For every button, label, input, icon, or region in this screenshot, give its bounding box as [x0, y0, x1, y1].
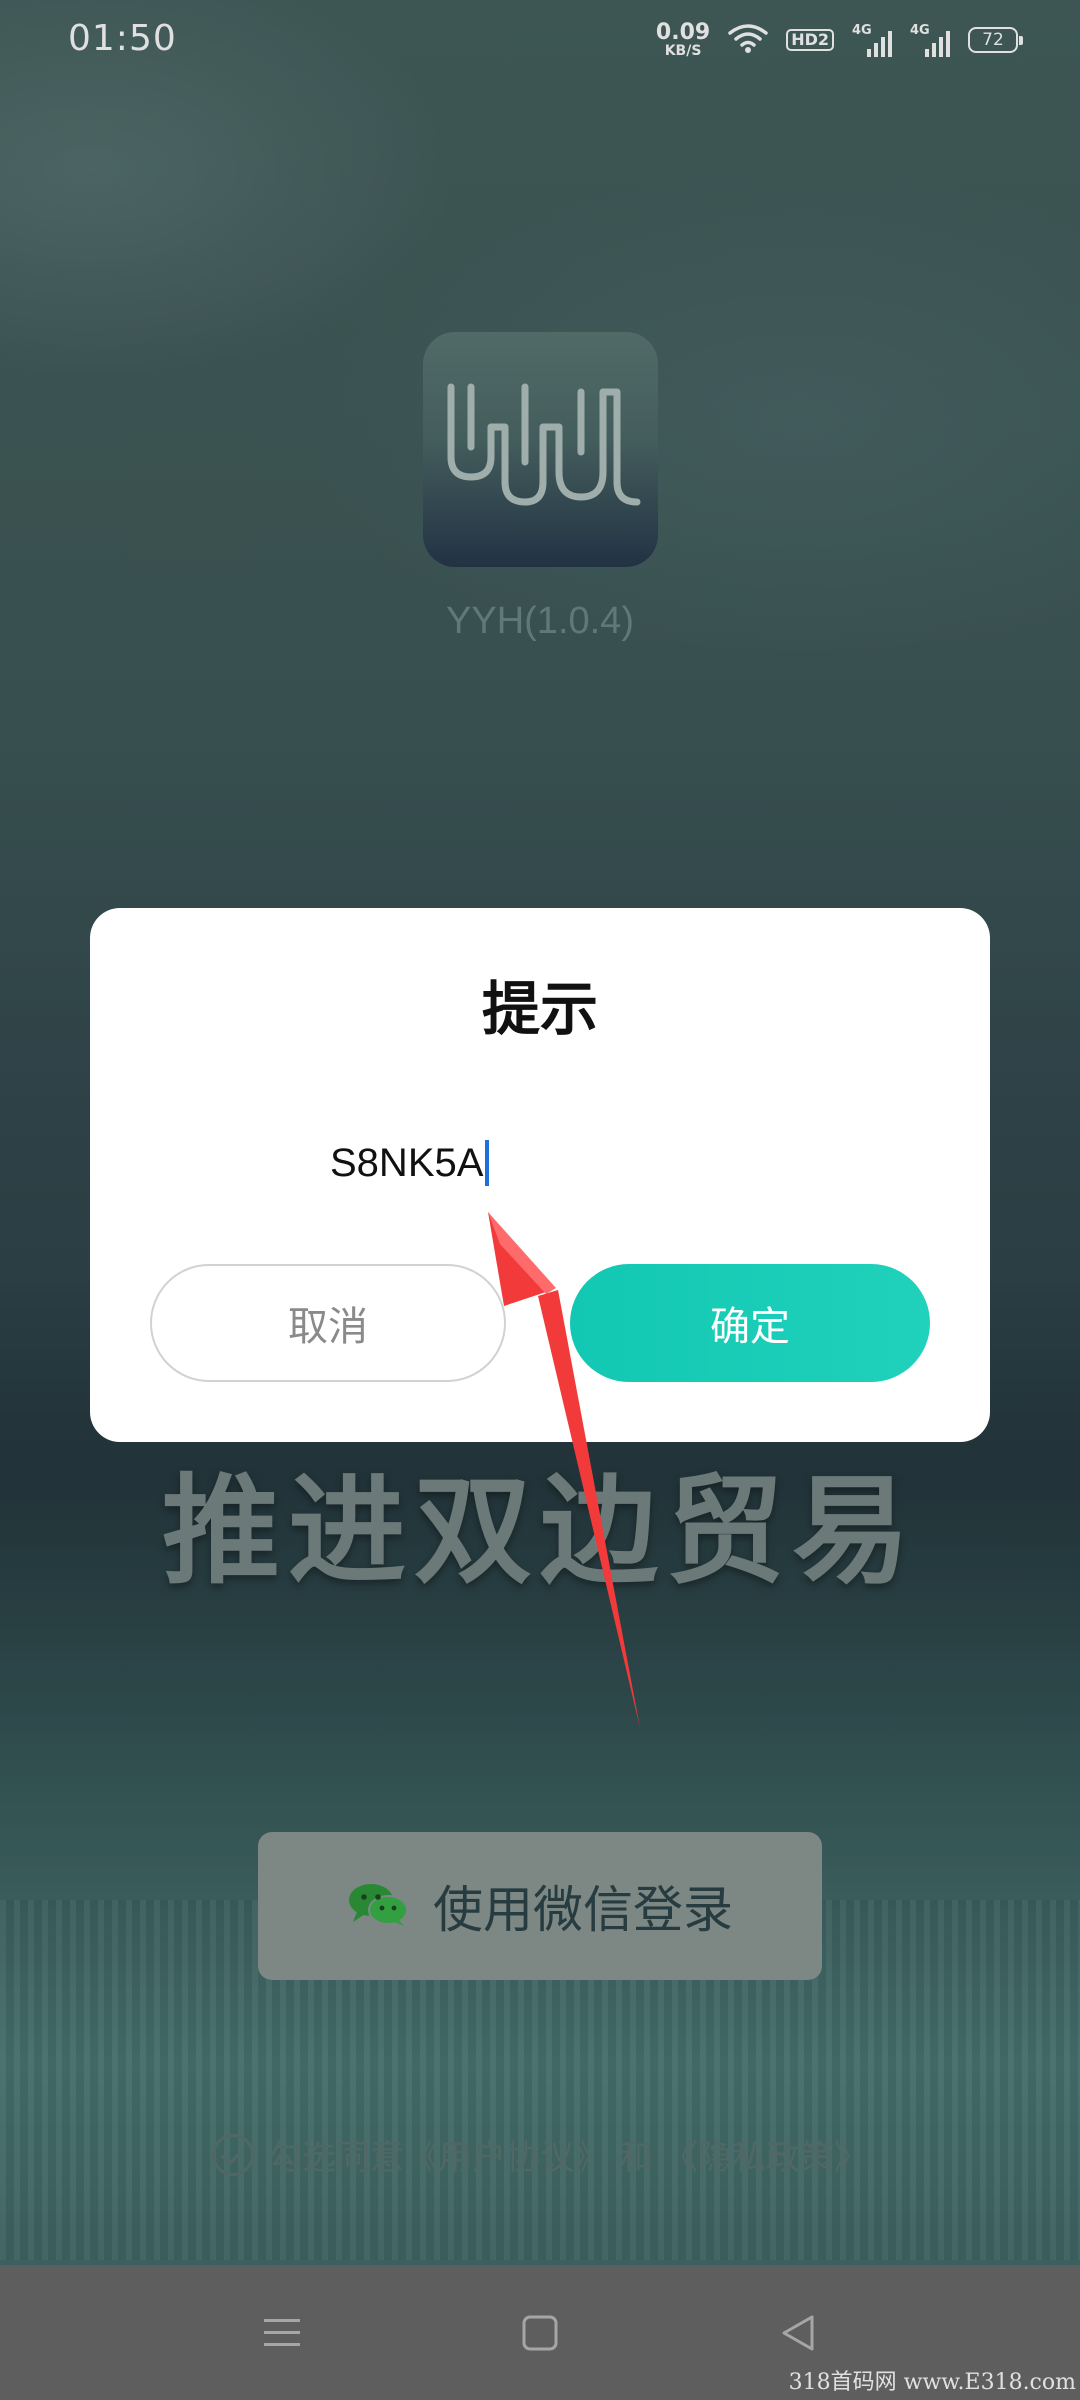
prompt-dialog: 提示 S8NK5A 取消 确定: [90, 908, 990, 1442]
cancel-button[interactable]: 取消: [150, 1264, 506, 1382]
invite-code-input[interactable]: S8NK5A: [330, 1128, 750, 1198]
invite-code-value[interactable]: S8NK5A: [330, 1141, 483, 1186]
text-cursor: [485, 1140, 490, 1186]
dialog-title: 提示: [481, 975, 598, 1043]
confirm-button[interactable]: 确定: [570, 1264, 930, 1382]
